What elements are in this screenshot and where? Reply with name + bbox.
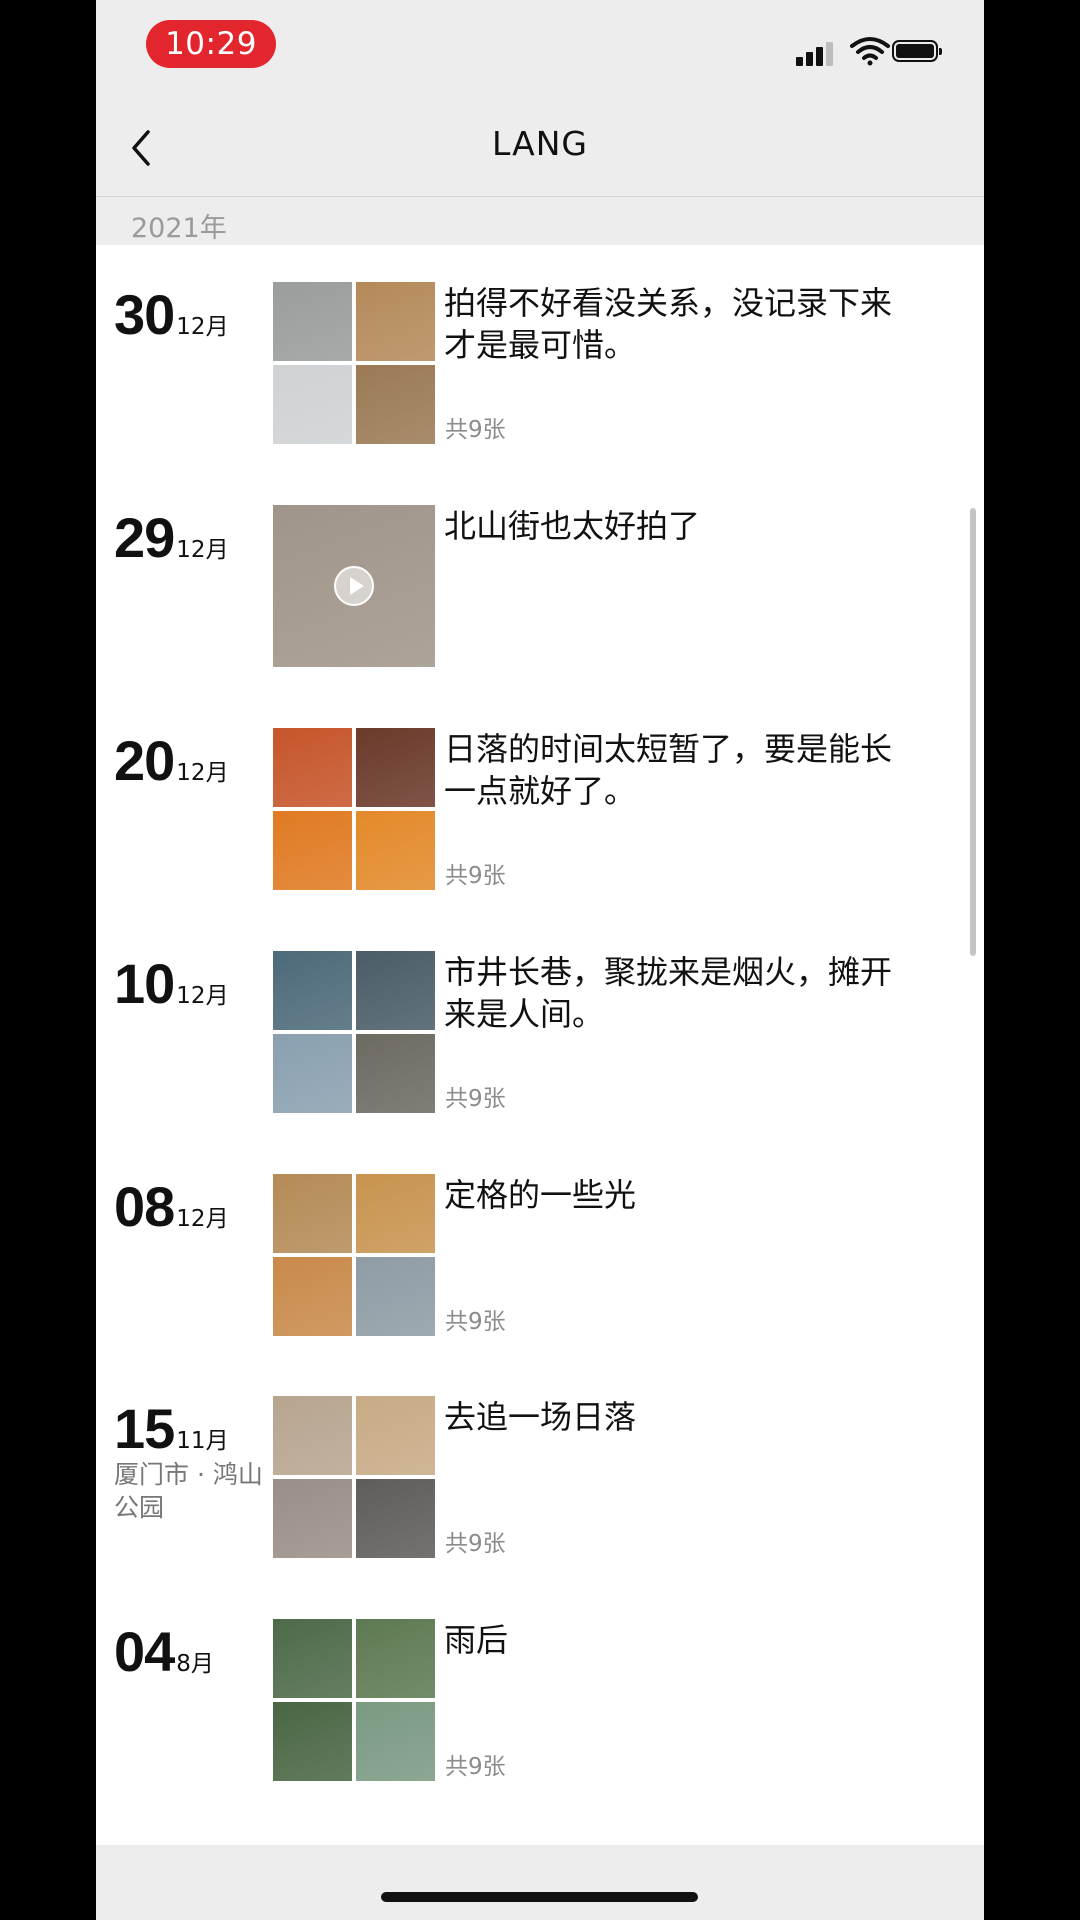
page-title: LANG xyxy=(492,124,588,163)
entry-day: 20 xyxy=(114,729,175,792)
bottom-area xyxy=(96,1845,984,1920)
entry-month: 12月 xyxy=(176,314,229,340)
photo-thumbnail[interactable] xyxy=(273,1257,352,1336)
photo-count: 共9张 xyxy=(445,863,506,889)
entry-caption: 定格的一些光 xyxy=(444,1176,637,1214)
photo-thumbnail[interactable] xyxy=(273,728,352,807)
photo-thumbnail[interactable] xyxy=(273,951,352,1030)
entry-day: 04 xyxy=(114,1620,175,1683)
photo-thumbnail[interactable] xyxy=(273,1479,352,1558)
moment-entry[interactable]: 1511月 厦门市 · 鸿山公园 去追一场日落 共9张 xyxy=(96,1396,984,1566)
moment-entry[interactable]: 1012月 市井长巷，聚拢来是烟火，摊开来是人间。共9张 xyxy=(96,951,984,1121)
photo-count: 共9张 xyxy=(445,1531,506,1557)
entry-caption: 日落的时间太短暂了，要是能长一点就好了。 xyxy=(444,730,893,810)
signal-bars-icon xyxy=(796,40,840,66)
entry-date: 048月 xyxy=(114,1619,214,1684)
entry-date: 2912月 xyxy=(114,505,229,570)
photo-thumbnail[interactable] xyxy=(356,365,435,444)
photo-thumbnail[interactable] xyxy=(356,1479,435,1558)
moment-entry[interactable]: 3012月 拍得不好看没关系，没记录下来才是最可惜。共9张 xyxy=(96,282,984,452)
entry-date: 0812月 xyxy=(114,1174,229,1239)
photo-count: 共9张 xyxy=(445,1754,506,1780)
entry-thumbnails[interactable] xyxy=(273,1396,435,1558)
entry-month: 8月 xyxy=(176,1651,214,1677)
moment-entry[interactable]: 048月 雨后共9张 xyxy=(96,1619,984,1789)
battery-icon xyxy=(892,40,942,62)
moment-entry[interactable]: 0812月 定格的一些光共9张 xyxy=(96,1174,984,1344)
photo-thumbnail[interactable] xyxy=(356,1396,435,1475)
entry-caption: 去追一场日落 xyxy=(444,1398,637,1436)
entry-month: 12月 xyxy=(176,760,229,786)
entry-day: 10 xyxy=(114,952,175,1015)
photo-thumbnail[interactable] xyxy=(273,1034,352,1113)
moment-entry[interactable]: 2012月 日落的时间太短暂了，要是能长一点就好了。共9张 xyxy=(96,728,984,898)
photo-thumbnail[interactable] xyxy=(273,365,352,444)
photo-count: 共9张 xyxy=(445,417,506,443)
entry-caption: 拍得不好看没关系，没记录下来才是最可惜。 xyxy=(444,284,893,364)
play-icon[interactable] xyxy=(334,566,374,606)
photo-thumbnail[interactable] xyxy=(273,811,352,890)
photo-thumbnail[interactable] xyxy=(273,1396,352,1475)
photo-count: 共9张 xyxy=(445,1086,506,1112)
moment-entry[interactable]: 2912月 北山街也太好拍了 xyxy=(96,505,984,675)
home-indicator[interactable] xyxy=(381,1892,698,1902)
entry-location[interactable]: 厦门市 · 鸿山公园 xyxy=(114,1458,264,1524)
entry-month: 11月 xyxy=(176,1428,229,1454)
entry-thumbnails[interactable] xyxy=(273,505,435,667)
entry-thumbnails[interactable] xyxy=(273,1619,435,1781)
status-time: 10:29 xyxy=(146,20,276,68)
entry-caption: 雨后 xyxy=(444,1621,509,1659)
entry-date: 1511月 xyxy=(114,1396,229,1461)
entry-caption: 市井长巷，聚拢来是烟火，摊开来是人间。 xyxy=(444,953,893,1033)
entry-date: 1012月 xyxy=(114,951,229,1016)
photo-thumbnail[interactable] xyxy=(356,728,435,807)
entry-thumbnails[interactable] xyxy=(273,951,435,1113)
entry-month: 12月 xyxy=(176,983,229,1009)
entry-month: 12月 xyxy=(176,1206,229,1232)
photo-thumbnail[interactable] xyxy=(273,282,352,361)
photo-thumbnail[interactable] xyxy=(356,1174,435,1253)
entry-thumbnails[interactable] xyxy=(273,282,435,444)
photo-thumbnail[interactable] xyxy=(356,811,435,890)
photo-thumbnail[interactable] xyxy=(356,1702,435,1781)
photo-thumbnail[interactable] xyxy=(356,1034,435,1113)
photo-thumbnail[interactable] xyxy=(356,1257,435,1336)
scrollbar[interactable] xyxy=(970,508,976,956)
entry-day: 08 xyxy=(114,1175,175,1238)
year-header: 2021年 xyxy=(131,213,227,244)
entry-day: 29 xyxy=(114,506,175,569)
entry-caption: 北山街也太好拍了 xyxy=(444,507,701,545)
nav-bar: LANG xyxy=(96,100,984,196)
entry-thumbnails[interactable] xyxy=(273,1174,435,1336)
photo-thumbnail[interactable] xyxy=(356,1619,435,1698)
entry-day: 30 xyxy=(114,283,175,346)
status-bar: 10:29 xyxy=(96,0,984,90)
photo-thumbnail[interactable] xyxy=(273,1174,352,1253)
entry-day: 15 xyxy=(114,1397,175,1460)
photo-count: 共9张 xyxy=(445,1309,506,1335)
photo-thumbnail[interactable] xyxy=(356,282,435,361)
entry-month: 12月 xyxy=(176,537,229,563)
photo-thumbnail[interactable] xyxy=(273,1702,352,1781)
moments-list: 3012月 拍得不好看没关系，没记录下来才是最可惜。 共9张 2912月 北山街也太好拍… xyxy=(96,245,984,1845)
phone-screen: 10:29 LANG 2021年 3012月 拍得不好看没关系，没记录下来才是最可… xyxy=(96,0,984,1920)
entry-date: 3012月 xyxy=(114,282,229,347)
photo-thumbnail[interactable] xyxy=(356,951,435,1030)
photo-thumbnail[interactable] xyxy=(273,1619,352,1698)
year-header-bar xyxy=(96,197,984,245)
wifi-icon xyxy=(850,37,890,66)
entry-date: 2012月 xyxy=(114,728,229,793)
entry-thumbnails[interactable] xyxy=(273,728,435,890)
